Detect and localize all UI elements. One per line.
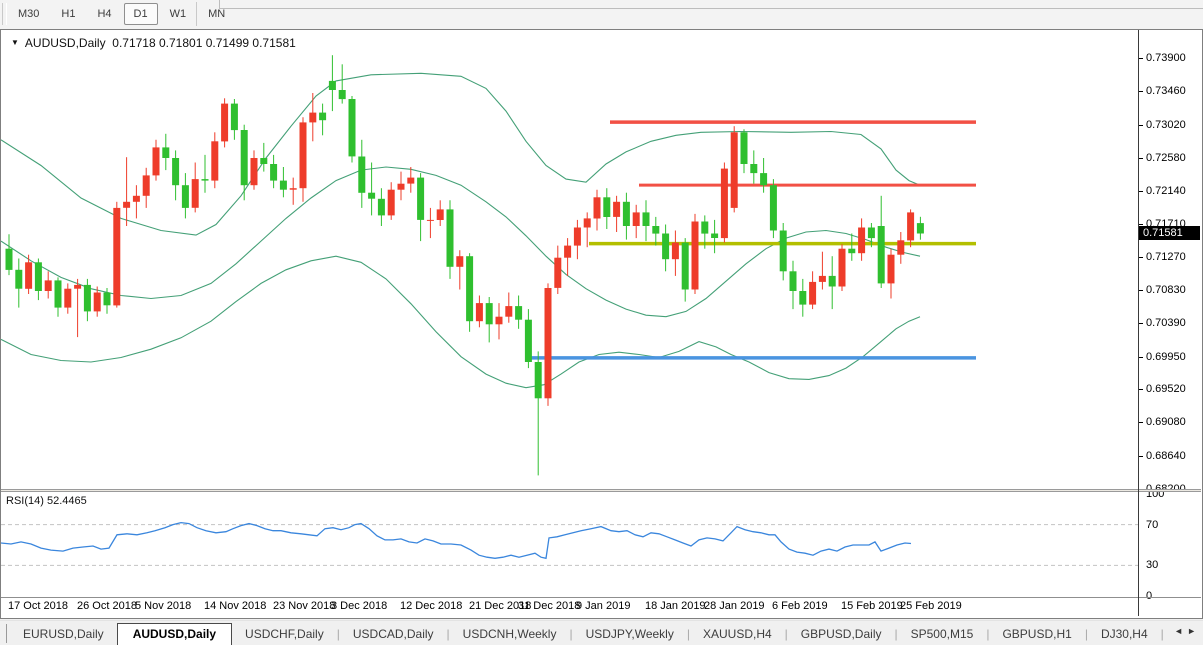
date-axis-label: 25 Feb 2019	[900, 600, 962, 612]
price-tick	[1139, 191, 1143, 192]
tab-scroll-arrows: ◄►	[1174, 626, 1200, 636]
tab-usdcad-daily[interactable]: USDCAD,Daily	[340, 624, 447, 644]
price-axis-label: 0.70830	[1146, 284, 1186, 296]
tab-usdjpy-weekly[interactable]: USDJPY,Weekly	[573, 624, 687, 644]
price-chart-plot[interactable]	[1, 30, 1138, 489]
toolbar-separator	[196, 2, 197, 26]
price-axis-label: 0.69080	[1146, 416, 1186, 428]
timeframe-button-mn[interactable]: MN	[198, 3, 235, 25]
tab-scroll-left-icon[interactable]: ◄	[1174, 626, 1187, 636]
chart-symbol-label: AUDUSD,Daily	[25, 36, 106, 50]
tab-tech100-h4[interactable]: TECH100,H4	[1164, 624, 1170, 644]
symbol-tabs: EURUSD,DailyAUDUSD,DailyUSDCHF,Daily|USD…	[10, 621, 1170, 645]
price-tick	[1139, 158, 1143, 159]
chart-title: ▼ AUDUSD,Daily 0.71718 0.71801 0.71499 0.…	[11, 36, 296, 50]
date-axis-label: 3 Dec 2018	[331, 600, 387, 612]
date-axis-label: 12 Dec 2018	[400, 600, 462, 612]
price-tick	[1139, 257, 1143, 258]
timeframe-button-w1[interactable]: W1	[160, 3, 197, 25]
tab-sp500-m15[interactable]: SP500,M15	[898, 624, 987, 644]
rsi-axis-label: 30	[1146, 559, 1158, 571]
chart-dropdown-icon[interactable]: ▼	[11, 38, 19, 47]
date-axis-label: 23 Nov 2018	[273, 600, 335, 612]
price-tick	[1139, 357, 1143, 358]
date-axis-label: 14 Nov 2018	[204, 600, 266, 612]
date-axis-label: 6 Feb 2019	[772, 600, 828, 612]
timeframe-button-m30[interactable]: M30	[8, 3, 49, 25]
price-tick	[1139, 290, 1143, 291]
date-axis-label: 18 Jan 2019	[645, 600, 706, 612]
price-axis-label: 0.73900	[1146, 52, 1186, 64]
chart-quote-ohlc: 0.71718 0.71801 0.71499 0.71581	[112, 36, 296, 50]
timeframe-buttons: M30H1H4D1W1MN	[8, 3, 235, 25]
date-axis-label: 5 Nov 2018	[135, 600, 191, 612]
price-axis-label: 0.73020	[1146, 119, 1186, 131]
tab-audusd-daily[interactable]: AUDUSD,Daily	[117, 623, 232, 645]
price-tick	[1139, 91, 1143, 92]
tabstrip-edge	[6, 624, 7, 643]
toolbar-divider-vertical	[219, 0, 220, 8]
price-tick	[1139, 456, 1143, 457]
date-axis-divider	[1, 597, 1201, 598]
price-axis-border	[1138, 30, 1139, 616]
tab-scroll-right-icon[interactable]: ►	[1187, 626, 1200, 636]
date-axis-label: 31 Dec 2018	[518, 600, 580, 612]
price-axis-label: 0.69520	[1146, 383, 1186, 395]
price-axis-label: 0.73460	[1146, 85, 1186, 97]
price-axis-label: 0.72140	[1146, 185, 1186, 197]
date-axis-label: 17 Oct 2018	[8, 600, 68, 612]
rsi-line	[1, 523, 911, 559]
price-axis-label: 0.69950	[1146, 351, 1186, 363]
price-tick	[1139, 422, 1143, 423]
tab-usdchf-daily[interactable]: USDCHF,Daily	[232, 624, 337, 644]
mt4-window: M30H1H4D1W1MN ▼ AUDUSD,Daily 0.71718 0.71…	[0, 0, 1203, 645]
tab-dj30-h4[interactable]: DJ30,H4	[1088, 624, 1161, 644]
tab-xauusd-h4[interactable]: XAUUSD,H4	[690, 624, 785, 644]
price-axis-label: 0.72580	[1146, 152, 1186, 164]
date-axis-label: 26 Oct 2018	[77, 600, 137, 612]
tab-gbpusd-daily[interactable]: GBPUSD,Daily	[788, 624, 895, 644]
price-axis-label: 0.68640	[1146, 450, 1186, 462]
price-tick	[1139, 125, 1143, 126]
symbol-tab-bar: EURUSD,DailyAUDUSD,DailyUSDCHF,Daily|USD…	[0, 620, 1203, 645]
price-axis-label: 0.71270	[1146, 251, 1186, 263]
rsi-indicator-plot[interactable]	[1, 492, 1138, 596]
rsi-axis-label: 0	[1146, 590, 1152, 602]
toolbar-divider-horizontal	[219, 8, 1203, 9]
price-tick	[1139, 389, 1143, 390]
price-tick	[1139, 224, 1143, 225]
toolbar-grip-icon[interactable]	[2, 3, 7, 25]
date-axis-label: 9 Jan 2019	[576, 600, 630, 612]
rsi-axis-label: 70	[1146, 519, 1158, 531]
timeframe-button-h1[interactable]: H1	[51, 3, 85, 25]
rsi-label: RSI(14) 52.4465	[6, 495, 87, 507]
panel-divider[interactable]	[1, 489, 1201, 492]
current-price-tag: 0.71581	[1139, 226, 1200, 240]
price-tick	[1139, 58, 1143, 59]
price-tick	[1139, 323, 1143, 324]
tab-gbpusd-h1[interactable]: GBPUSD,H1	[989, 624, 1084, 644]
timeframe-button-h4[interactable]: H4	[87, 3, 121, 25]
timeframe-toolbar: M30H1H4D1W1MN	[0, 0, 1203, 29]
price-axis-label: 0.70390	[1146, 317, 1186, 329]
tab-usdcnh-weekly[interactable]: USDCNH,Weekly	[450, 624, 570, 644]
date-axis-label: 15 Feb 2019	[841, 600, 903, 612]
tab-eurusd-daily[interactable]: EURUSD,Daily	[10, 624, 117, 644]
timeframe-button-d1[interactable]: D1	[124, 3, 158, 25]
date-axis-label: 28 Jan 2019	[704, 600, 765, 612]
candles	[6, 55, 924, 475]
